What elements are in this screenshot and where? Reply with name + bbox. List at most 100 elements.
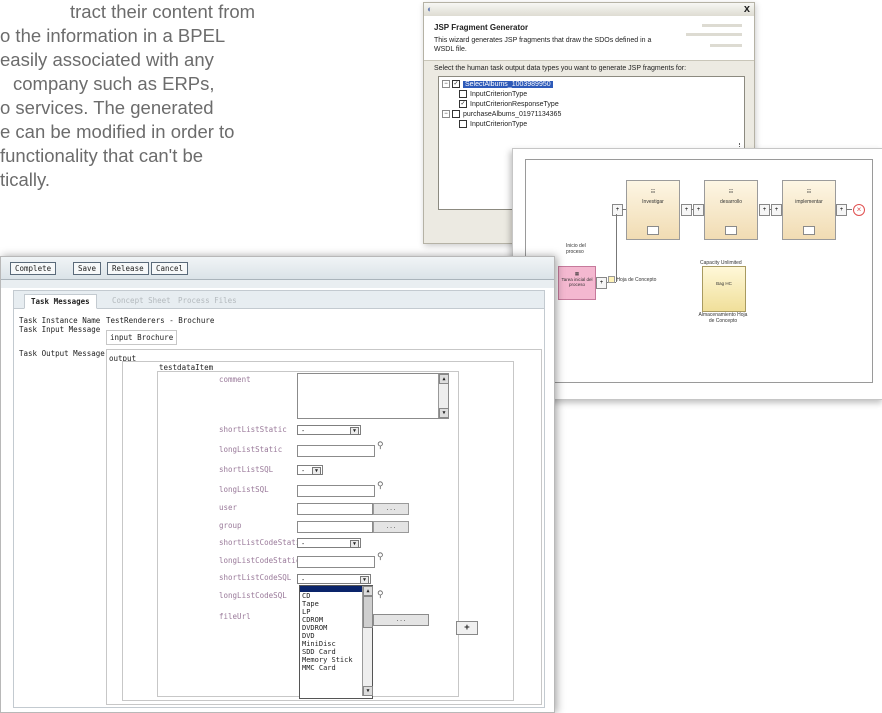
activity-icon: ☷ [650, 189, 656, 195]
gateway-icon: + [596, 277, 607, 289]
group-label: group [219, 521, 242, 530]
collapse-icon[interactable]: − [442, 110, 450, 119]
scroll-up-icon[interactable]: ▲ [439, 374, 449, 384]
comment-label: comment [219, 375, 251, 384]
scroll-thumb[interactable] [363, 596, 373, 628]
checkbox[interactable]: ✓ [452, 80, 460, 89]
tab-task-messages[interactable]: Task Messages [24, 294, 97, 309]
checkbox[interactable] [459, 90, 467, 99]
close-icon[interactable]: x [744, 3, 750, 15]
longlistsql-label: longListSQL [219, 485, 269, 494]
shortlistsql-select[interactable]: - ▼ [297, 465, 323, 475]
connector-line [622, 209, 626, 210]
wizard-prompt: Select the human task output data types … [434, 65, 687, 72]
intro-line: o the information in a BPEL [0, 25, 226, 46]
group-lookup-button[interactable]: ... [373, 521, 409, 533]
search-icon[interactable]: ⚲ [377, 553, 385, 562]
task-instance-name-label: Task Instance Name [19, 316, 101, 325]
eclipse-icon: ◐ [427, 4, 433, 14]
tree-item[interactable]: InputCriterionType [459, 120, 527, 129]
gateway-icon: + [771, 204, 782, 216]
group-input[interactable] [297, 521, 373, 533]
intro-line: o services. The generated [0, 97, 214, 118]
gateway-icon: + [693, 204, 704, 216]
longliststatic-label: longListStatic [219, 445, 283, 454]
cancel-button[interactable]: Cancel [151, 262, 189, 275]
gateway-icon: + [836, 204, 847, 216]
fileurl-browse-button[interactable]: ... [373, 614, 429, 626]
task-input-message-value: input Brochure [106, 330, 178, 345]
intro-line: company such as ERPs, [13, 73, 215, 94]
chevron-down-icon[interactable]: ▼ [350, 427, 359, 435]
header-decoration [686, 33, 742, 36]
add-item-button[interactable]: + [456, 621, 478, 635]
release-button[interactable]: Release [107, 262, 149, 275]
shortlistcodestatic-select[interactable]: - ▼ [297, 538, 361, 548]
activity-investigar[interactable]: ☷ Investigar [626, 180, 680, 240]
intro-line: e can be modified in order to [0, 121, 235, 142]
activity-implementar[interactable]: ☷ implementar [782, 180, 836, 240]
diagram-canvas: ☷ Investigar ☷ desarrollo ☷ implementar … [525, 159, 873, 383]
longliststatic-input[interactable] [297, 445, 375, 457]
connector-line [769, 209, 771, 210]
comment-textarea[interactable]: ▲ ▼ [297, 373, 449, 419]
data-store-node[interactable]: Bag HC [702, 266, 746, 312]
scroll-down-icon[interactable]: ▼ [439, 408, 449, 418]
tab-concept-sheet[interactable]: Concept Sheet [106, 294, 177, 307]
tab-process-files[interactable]: Process Files [172, 294, 243, 307]
user-lookup-button[interactable]: ... [373, 503, 409, 515]
header-decoration [710, 44, 742, 47]
tree-item[interactable]: − ✓ SelectAlbums_1003989950 [442, 80, 553, 89]
search-icon[interactable]: ⚲ [377, 482, 385, 491]
tree-item[interactable]: InputCriterionType [459, 90, 527, 99]
intro-line: tically. [0, 169, 51, 190]
save-button[interactable]: Save [73, 262, 102, 275]
toolbar-separator [1, 280, 554, 288]
complete-button[interactable]: Complete [10, 262, 57, 275]
longlistcodesql-label: longListCodeSQL [219, 591, 287, 600]
task-output-message-label: Task Output Message [19, 349, 105, 358]
checkbox[interactable]: ✓ [459, 100, 467, 109]
tab-bar: Task Messages Concept Sheet Process File… [14, 291, 544, 309]
collapse-icon[interactable]: − [442, 80, 450, 89]
shortlistcodestatic-label: shortListCodeStatic [219, 538, 305, 547]
shortlistsql-label: shortListSQL [219, 465, 274, 474]
doc-link-label: Hoja de Concepto [608, 276, 656, 283]
task-toolbar: Complete Save Release Cancel [1, 257, 554, 280]
tree-item[interactable]: − purchaseAlbums_01971134365 [442, 110, 561, 119]
end-event-icon: × [853, 204, 865, 216]
task-instance-name-value: TestRenderers - Brochure [106, 316, 215, 325]
wizard-titlebar: ◐ x [424, 3, 754, 16]
chevron-down-icon[interactable]: ▼ [350, 540, 359, 548]
wizard-header: JSP Fragment Generator This wizard gener… [424, 16, 754, 61]
checkbox[interactable] [452, 110, 460, 119]
search-icon[interactable]: ⚲ [377, 591, 385, 600]
task-panel: Task Messages Concept Sheet Process File… [13, 290, 545, 708]
shortlistcodesql-label: shortListCodeSQL [219, 573, 292, 582]
search-icon[interactable]: ⚲ [377, 442, 385, 451]
connector-line [616, 214, 617, 282]
list-scrollbar[interactable]: ▲ ▼ [362, 586, 373, 696]
user-label: user [219, 503, 238, 512]
longlistcodestatic-label: longListCodeStatic [219, 556, 301, 565]
dropdown-list[interactable]: CD Tape LP CDROM DVDROM DVD MiniDisc SDD… [299, 585, 373, 699]
chevron-down-icon[interactable]: ▼ [312, 467, 321, 475]
task-form-window: Complete Save Release Cancel Task Messag… [0, 256, 555, 713]
start-task-node[interactable]: ▦ Tarea inicial del proceso [558, 266, 596, 300]
tree-item[interactable]: ✓ InputCriterionResponseType [459, 100, 559, 109]
scrollbar[interactable]: ▲ ▼ [438, 374, 449, 418]
chevron-down-icon[interactable]: ▼ [360, 576, 369, 584]
activity-desarrollo[interactable]: ☷ desarrollo [704, 180, 758, 240]
subprocess-icon [725, 226, 737, 235]
bpel-diagram: ☷ Investigar ☷ desarrollo ☷ implementar … [512, 148, 882, 400]
intro-line: easily associated with any [0, 49, 214, 70]
user-input[interactable] [297, 503, 373, 515]
shortlistcodesql-select[interactable]: - ▼ [297, 574, 371, 584]
scroll-down-icon[interactable]: ▼ [363, 686, 373, 696]
checkbox[interactable] [459, 120, 467, 129]
wizard-title: JSP Fragment Generator [434, 23, 529, 32]
longlistcodestatic-input[interactable] [297, 556, 375, 568]
shortliststatic-select[interactable]: - ▼ [297, 425, 361, 435]
longlistsql-input[interactable] [297, 485, 375, 497]
scroll-up-icon[interactable]: ▲ [363, 586, 373, 596]
